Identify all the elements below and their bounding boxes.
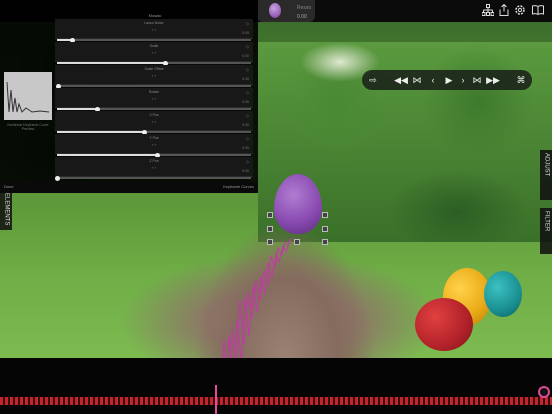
settings-icon[interactable] — [513, 4, 527, 18]
slider-fill — [57, 131, 145, 133]
row-value: 0.00 — [242, 54, 249, 58]
layer-chip[interactable]: Resso 0.00 — [257, 0, 315, 22]
row-arrows[interactable]: ‹ › — [55, 119, 253, 124]
slider-knob[interactable] — [54, 175, 60, 181]
slider-fill — [57, 108, 98, 110]
value-slider[interactable] — [57, 62, 251, 64]
transform-handle[interactable] — [267, 212, 273, 218]
keyframe-icon[interactable]: ◇ — [246, 44, 249, 49]
curves-label: Keyframe Curves — [223, 184, 254, 189]
row-label: Z Pos — [149, 159, 159, 163]
adjust-tab[interactable]: ADJUST — [540, 150, 552, 200]
selected-egg-purple[interactable] — [274, 174, 322, 234]
row-value: 0.00 — [242, 100, 249, 104]
value-slider[interactable] — [57, 177, 251, 179]
row-arrows[interactable]: ‹ › — [55, 50, 253, 55]
keyframe-icon[interactable]: ◇ — [246, 21, 249, 26]
transform-handle[interactable] — [267, 239, 273, 245]
transport-bar: ⇨ ◀◀ ⋈ ‹ ▶ › ⋈ ▶▶ ⌘ — [362, 70, 532, 90]
transform-handle[interactable] — [322, 226, 328, 232]
hierarchy-icon[interactable] — [481, 4, 495, 18]
keyframe-icon[interactable]: ◇ — [246, 67, 249, 72]
export-icon[interactable]: ⇨ — [366, 72, 380, 88]
row-value: 0.00 — [242, 146, 249, 150]
value-slider[interactable] — [57, 85, 251, 87]
book-icon[interactable] — [531, 4, 545, 18]
value-slider[interactable] — [57, 108, 251, 110]
keyframe-row[interactable]: Rotate ‹ › ◇ 0.00 — [55, 88, 253, 108]
keyframe-icon[interactable]: ◇ — [246, 113, 249, 118]
row-arrows[interactable]: ‹ › — [55, 73, 253, 78]
done-button[interactable]: Done — [4, 184, 14, 189]
keyframe-row[interactable]: Scale Offset ‹ › ◇ 0.00 — [55, 65, 253, 85]
share-icon[interactable] — [497, 3, 511, 18]
rewind-icon[interactable]: ◀◀ — [394, 72, 408, 88]
row-label: Scale — [149, 44, 159, 48]
record-icon[interactable]: ⌘ — [514, 72, 528, 88]
fast-forward-icon[interactable]: ▶▶ — [486, 72, 500, 88]
row-label: Scale Offset — [144, 67, 164, 71]
panel-title: Mosaic — [148, 13, 162, 18]
elements-tab[interactable]: ELEMENTS — [0, 190, 12, 230]
playhead[interactable] — [215, 385, 217, 414]
step-back-key-icon[interactable]: ⋈ — [410, 72, 424, 88]
keyframe-icon[interactable]: ◇ — [246, 159, 249, 164]
panel-footer: Done Keyframe Curves — [0, 182, 258, 193]
timeline-keyframes[interactable] — [0, 397, 552, 405]
row-arrows[interactable]: ‹ › — [55, 27, 253, 32]
row-arrows[interactable]: ‹ › — [55, 142, 253, 147]
keyframe-icon[interactable]: ◇ — [246, 136, 249, 141]
row-value: 0.00 — [242, 31, 249, 35]
curve-preview-label: Nonlinear Keyframe Curve Preview — [7, 123, 49, 131]
background-path — [190, 212, 380, 358]
layer-name: Resso — [297, 5, 312, 11]
row-label: Rotate — [148, 90, 160, 94]
row-arrows[interactable]: ‹ › — [55, 165, 253, 170]
row-value: 0.00 — [242, 77, 249, 81]
slider-fill — [57, 62, 166, 64]
curve-preview — [4, 72, 52, 120]
keyframe-row[interactable]: Y Pos ‹ › ◇ 0.00 — [55, 134, 253, 154]
play-icon[interactable]: ▶ — [442, 72, 456, 88]
value-slider[interactable] — [57, 131, 251, 133]
egg-red[interactable] — [415, 298, 473, 351]
value-slider[interactable] — [57, 154, 251, 156]
row-arrows[interactable]: ‹ › — [55, 96, 253, 101]
keyframe-row[interactable]: Lasso Noise ‹ › ◇ 0.00 — [55, 19, 253, 39]
transform-handle[interactable] — [267, 226, 273, 232]
row-label: Y Pos — [149, 136, 159, 140]
filter-tab-label: FILTER — [543, 211, 550, 232]
step-fwd-key-icon[interactable]: ⋈ — [470, 72, 484, 88]
slider-fill — [57, 154, 158, 156]
transform-handle[interactable] — [294, 239, 300, 245]
filter-tab[interactable]: FILTER — [540, 208, 552, 254]
adjust-tab-label: ADJUST — [543, 153, 550, 177]
prev-frame-icon[interactable]: ‹ — [426, 72, 440, 88]
row-value: 0.00 — [242, 123, 249, 127]
keyframe-icon[interactable]: ◇ — [246, 90, 249, 95]
keyframe-row[interactable]: X Pos ‹ › ◇ 0.00 — [55, 111, 253, 131]
elements-tab-label: ELEMENTS — [3, 193, 10, 226]
next-frame-icon[interactable]: › — [456, 72, 470, 88]
transform-handle[interactable] — [322, 239, 328, 245]
keyframe-row[interactable]: Z Pos ‹ › ◇ 0.00 — [55, 157, 253, 177]
row-label: X Pos — [149, 113, 159, 117]
row-value: 0.00 — [242, 169, 249, 173]
value-slider[interactable] — [57, 39, 251, 41]
keyframe-row[interactable]: Scale ‹ › ◇ 0.00 — [55, 42, 253, 62]
timeline — [0, 358, 552, 414]
egg-teal[interactable] — [484, 271, 522, 317]
row-label: Lasso Noise — [144, 21, 164, 25]
timeline-end-handle[interactable] — [538, 386, 550, 398]
transform-handle[interactable] — [322, 212, 328, 218]
